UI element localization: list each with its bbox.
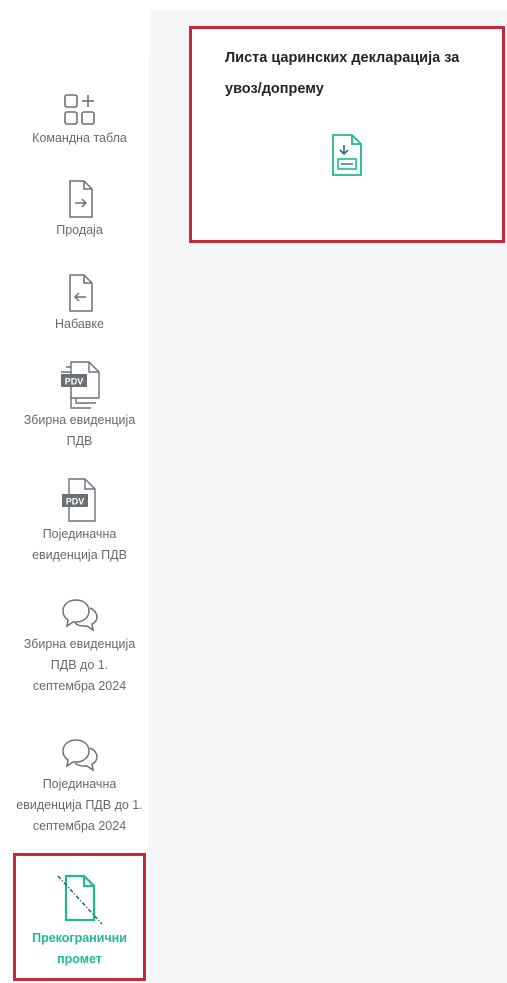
- sidebar-item-label: Командна табла: [32, 131, 127, 145]
- sidebar-item-vat-individual[interactable]: PDV Појединачна евиденција ПДВ: [10, 476, 149, 566]
- svg-text:PDV: PDV: [65, 497, 84, 507]
- sidebar-item-label: Збирна евиденција ПДВ: [23, 413, 136, 448]
- sidebar-item-vat-summary[interactable]: PDV Збирна евиденција ПДВ: [10, 360, 149, 452]
- customs-declarations-card[interactable]: Листа царинских декларација за увоз/допр…: [189, 26, 505, 243]
- sidebar: Командна табла Продаја Набавке PDV Збирн…: [10, 56, 150, 982]
- document-arrow-left-icon: [68, 274, 93, 312]
- svg-text:PDV: PDV: [64, 377, 83, 387]
- sidebar-item-vat-individual-old[interactable]: Појединачна евиденција ПДВ до 1. септемб…: [10, 736, 149, 837]
- pdv-document-icon: PDV: [61, 478, 96, 522]
- sidebar-item-dashboard[interactable]: Командна табла: [10, 92, 149, 149]
- sidebar-item-purchases[interactable]: Набавке: [10, 272, 149, 335]
- sidebar-item-vat-summary-old[interactable]: Збирна евиденција ПДВ до 1. септембра 20…: [10, 596, 149, 697]
- sidebar-item-label: Набавке: [54, 317, 104, 331]
- chat-bubbles-icon: [61, 599, 98, 632]
- sidebar-item-label: Појединачна евиденција ПДВ до 1. септемб…: [16, 777, 143, 833]
- sidebar-item-label: Појединачна евиденција ПДВ: [32, 527, 127, 562]
- chat-bubbles-icon: [61, 739, 98, 772]
- sidebar-item-cross-border[interactable]: Прекогранични промет: [13, 853, 146, 981]
- document-download-icon: [332, 134, 362, 176]
- sidebar-item-label: Продаја: [56, 223, 103, 237]
- document-slash-icon: [56, 874, 103, 925]
- card-title: Листа царинских декларација за увоз/допр…: [225, 50, 460, 97]
- document-arrow-right-icon: [68, 180, 93, 218]
- sidebar-item-label: Прекогранични промет: [32, 931, 127, 966]
- sidebar-item-label: Збирна евиденција ПДВ до 1. септембра 20…: [23, 637, 136, 693]
- sidebar-item-sales[interactable]: Продаја: [10, 178, 149, 241]
- pdv-stack-icon: PDV: [60, 361, 100, 409]
- dashboard-icon: [63, 94, 95, 125]
